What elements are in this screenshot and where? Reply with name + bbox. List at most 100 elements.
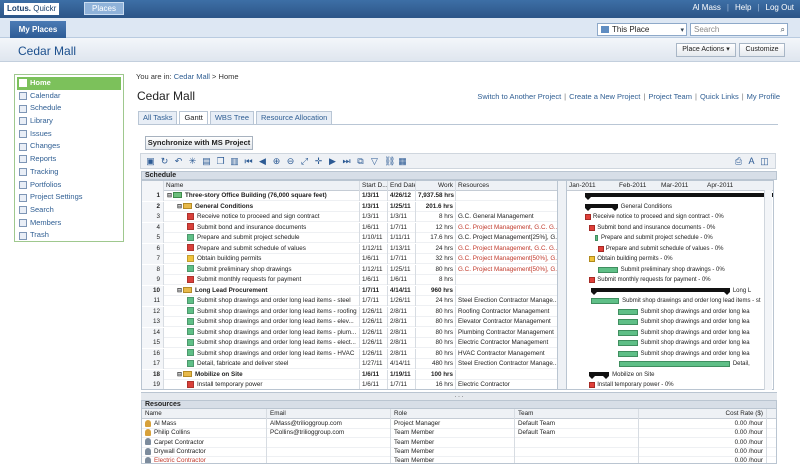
tab-wbs-tree[interactable]: WBS Tree [209,111,254,125]
search-icon[interactable]: ⌕ [781,24,785,35]
delete-icon[interactable]: ▤ [202,156,211,167]
sidebar-item-trash[interactable]: Trash [17,229,121,242]
save-icon[interactable]: ▣ [146,156,155,167]
font-icon[interactable]: A [747,156,756,167]
grid-splitter[interactable] [558,180,566,390]
place-actions-button[interactable]: Place Actions ▾ [676,43,736,57]
task-row[interactable]: 1 ⊟ Three-story Office Building (76,000 sq… [142,191,557,201]
task-row[interactable]: 4 Submit bond and insurance documents 1/6/… [142,222,557,233]
last-icon[interactable]: ⏭ [342,156,351,167]
tab-all-tasks[interactable]: All Tasks [138,111,178,125]
places-tab[interactable]: Places [84,2,124,15]
gantt-bar[interactable] [589,277,596,283]
gantt-bar[interactable] [619,361,730,367]
task-row[interactable]: 12 Submit shop drawings and order long le… [142,306,557,317]
task-row[interactable]: 13 Submit shop drawings and order long le… [142,317,557,327]
filter-icon[interactable]: ▽ [370,156,379,167]
task-row[interactable]: 5 Prepare and submit project schedule 1/10… [142,233,557,243]
task-row[interactable]: 2 ⊟ General Conditions 1/3/11 1/25/11 201.6 h… [142,201,557,212]
gantt-bar[interactable] [585,203,618,211]
gantt-bar[interactable] [617,319,638,325]
link-create-a-new-project[interactable]: Create a New Project [569,92,640,101]
task-row[interactable]: 18 ⊟ Mobilize on Site 1/6/11 1/19/11 100 hrs [142,369,557,380]
resource-row[interactable]: Electric Contractor Team Member 0.00 /hour [142,456,776,463]
help-link[interactable]: Help [735,3,751,12]
sidebar-item-issues[interactable]: Issues [17,128,121,141]
task-row[interactable]: 6 Prepare and submit schedule of values 1/… [142,243,557,254]
task-row[interactable]: 15 Submit shop drawings and order long le… [142,338,557,348]
sidebar-item-search[interactable]: Search [17,204,121,217]
gantt-bar[interactable] [617,308,638,315]
search-input[interactable]: Search ⌕ [690,23,788,36]
task-grid[interactable]: Name Start D... End Date Work Resources 1 ⊟ Thr… [141,180,558,390]
first-icon[interactable]: ⏮ [244,156,253,167]
task-row[interactable]: 19 Install temporary power 1/6/11 1/7/11 16 … [142,380,557,389]
customize-button[interactable]: Customize [739,43,785,57]
link-quick-links[interactable]: Quick Links [700,92,739,101]
gantt-bar[interactable] [617,340,638,346]
sidebar-item-project-settings[interactable]: Project Settings [17,191,121,204]
tab-gantt[interactable]: Gantt [179,111,208,125]
copy-icon[interactable]: ❐ [216,156,225,167]
task-row[interactable]: 9 Submit monthly requests for payment 1/6/… [142,275,557,285]
breadcrumb-place-link[interactable]: Cedar Mall [174,72,210,81]
tab-resource-allocation[interactable]: Resource Allocation [256,111,333,125]
new-task-icon[interactable]: ✳ [188,156,197,167]
gantt-scrollbar[interactable] [764,190,772,390]
user-name-link[interactable]: Al Mass [692,3,720,12]
gantt-bar[interactable] [597,266,618,273]
gantt-bar[interactable] [589,371,610,379]
gantt-bar[interactable] [617,329,638,336]
task-row[interactable]: 16 Submit shop drawings and order long le… [142,348,557,359]
settings-icon[interactable]: ◫ [760,156,769,167]
task-row[interactable]: 11 Submit shop drawings and order long le… [142,296,557,306]
task-row[interactable]: 14 Submit shop drawings and order long le… [142,327,557,338]
gantt-bar[interactable] [597,245,604,252]
gantt-bar[interactable] [589,224,596,231]
gantt-bar[interactable] [594,235,598,241]
gantt-bar[interactable] [590,287,730,295]
logout-link[interactable]: Log Out [766,3,794,12]
link-project-team[interactable]: Project Team [648,92,692,101]
fit-icon[interactable]: ⤢ [300,156,309,167]
task-row[interactable]: 7 Obtain building permits 1/6/11 1/7/11 32 h… [142,254,557,264]
sidebar-item-schedule[interactable]: Schedule [17,102,121,115]
sidebar-item-library[interactable]: Library [17,115,121,128]
gantt-bar[interactable] [589,256,596,262]
gantt-bar[interactable] [617,350,638,357]
task-row[interactable]: 10 ⊟ Long Lead Procurement 1/7/11 4/14/11 960… [142,285,557,296]
next-icon[interactable]: ▶ [328,156,337,167]
prev-icon[interactable]: ◀ [258,156,267,167]
paste-icon[interactable]: ▥ [230,156,239,167]
panel-resize-handle[interactable]: · · · [141,392,777,400]
gantt-bar[interactable] [585,193,773,200]
task-row[interactable]: 8 Submit preliminary shop drawings 1/12/11… [142,264,557,275]
zoom-in-icon[interactable]: ⊕ [272,156,281,167]
link-icon[interactable]: ⛓ [384,156,395,167]
task-row[interactable]: 17 Detail, fabricate and deliver steel 1/2… [142,359,557,369]
refresh-icon[interactable]: ↻ [160,156,169,167]
move-icon[interactable]: ✛ [314,156,323,167]
gantt-chart[interactable]: Jan-2011 Feb-2011 Mar-2011 Apr-2011 General… [566,180,774,390]
sidebar-item-changes[interactable]: Changes [17,140,121,153]
grid-icon[interactable]: ▦ [398,156,407,167]
sidebar-item-portfolios[interactable]: Portfolios [17,179,121,192]
undo-icon[interactable]: ↶ [174,156,183,167]
sidebar-item-tracking[interactable]: Tracking [17,166,121,179]
view-icon[interactable]: ⧉ [356,156,365,167]
link-switch-to-another-project[interactable]: Switch to Another Project [477,92,561,101]
sync-ms-project-button[interactable]: Synchronize with MS Project ▾ [145,136,253,159]
zoom-out-icon[interactable]: ⊖ [286,156,295,167]
sidebar-item-members[interactable]: Members [17,217,121,230]
gantt-bar[interactable] [590,298,620,304]
print-icon[interactable]: ⎙ [734,156,743,167]
task-row[interactable]: 3 Receive notice to proceed and sign cont… [142,212,557,222]
sidebar-item-calendar[interactable]: Calendar [17,90,121,103]
sidebar-item-reports[interactable]: Reports [17,153,121,166]
gantt-bar[interactable] [585,214,591,220]
my-places-tab[interactable]: My Places [10,21,66,38]
sidebar-item-home[interactable]: Home [17,77,121,90]
link-my-profile[interactable]: My Profile [747,92,780,101]
gantt-bar[interactable] [589,382,596,388]
search-scope-select[interactable]: This Place ▾ [597,23,687,36]
